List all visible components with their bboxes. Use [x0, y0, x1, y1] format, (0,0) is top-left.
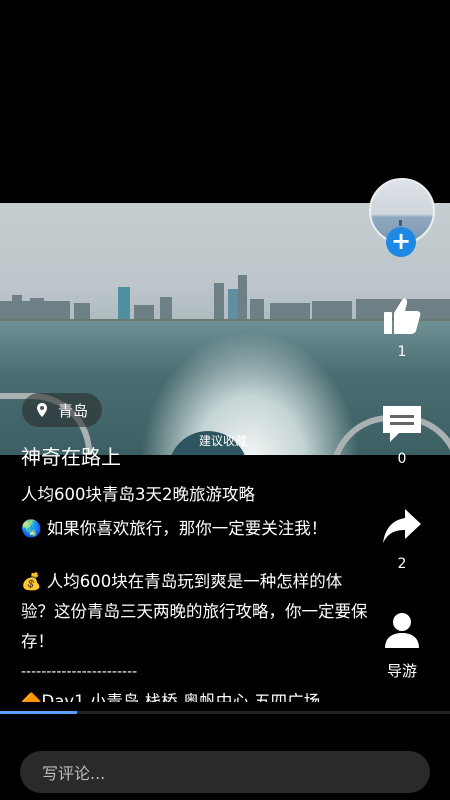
plus-icon: + [390, 227, 412, 255]
follow-button[interactable]: + [386, 227, 416, 257]
caption-line: 🔶Day1 小青岛 栈桥 奥帆中心 五四广场 [21, 692, 321, 702]
video-progress-fill [0, 711, 77, 714]
share-icon [383, 509, 421, 543]
location-tag[interactable]: 青岛 [22, 393, 103, 427]
comment-icon [383, 406, 421, 442]
post-caption: 人均600块青岛3天2晚旅游攻略 🌏 如果你喜欢旅行，那你一定要关注我！ 💰 人… [21, 480, 371, 702]
comment-input[interactable] [40, 751, 404, 795]
person-icon [385, 613, 419, 648]
caption-line: 人均600块青岛3天2晚旅游攻略 [21, 485, 255, 504]
comment-box[interactable] [20, 751, 430, 795]
author-name[interactable]: 神奇在路上 [21, 441, 121, 470]
thumbs-up-icon [384, 298, 421, 334]
share-count: 2 [397, 556, 407, 572]
video-overlay-text: 建议收藏 [199, 434, 248, 448]
comment-button[interactable] [380, 402, 424, 446]
caption-line: 🌏 如果你喜欢旅行，那你一定要关注我！ [21, 519, 328, 538]
like-count: 1 [397, 344, 407, 360]
like-button[interactable] [380, 294, 424, 338]
guide-label: 导游 [386, 662, 417, 680]
location-label: 青岛 [58, 401, 89, 420]
location-pin-icon [37, 403, 47, 417]
guide-button[interactable] [380, 608, 424, 652]
caption-divider: ----------------------- [21, 664, 138, 680]
video-progress-bar[interactable] [0, 711, 450, 714]
share-button[interactable] [380, 504, 424, 548]
boat-wake [140, 331, 360, 455]
caption-line: 💰 人均600块在青岛玩到爽是一种怎样的体验？这份青岛三天两晚的旅行攻略，你一定… [21, 572, 368, 651]
comment-count: 0 [397, 451, 407, 467]
